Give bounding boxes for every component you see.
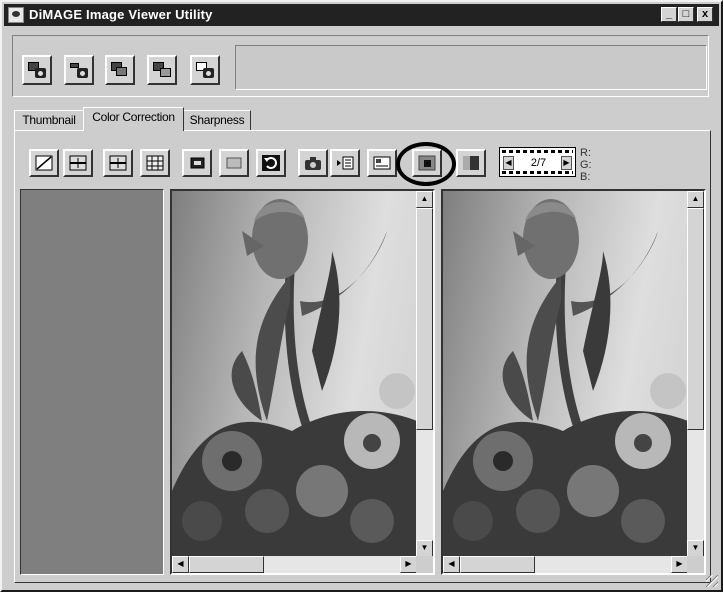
title-bar[interactable]: DiMAGE Image Viewer Utility _ □ x [4,4,719,26]
r-value-label: R: [580,147,591,159]
compare-split-icon [69,155,87,171]
app-icon[interactable] [8,7,24,23]
control-pane [20,189,164,575]
film-perforation-top [502,150,573,153]
original-vertical-scrollbar[interactable]: ▲ ▼ [416,191,433,557]
import-icon [153,62,171,78]
rotate-left-button[interactable] [182,149,212,177]
frame-count: 2/7 [530,157,547,169]
camera-image-icon [196,62,214,78]
grid-icon [146,155,164,171]
next-frame-button[interactable]: ▶ [561,156,572,170]
undo-button[interactable] [256,149,286,177]
resize-grip[interactable] [706,575,718,587]
compare-split-alt-icon [109,155,127,171]
apply-to-image-icon [337,156,354,170]
scroll-up-button[interactable]: ▲ [416,191,433,208]
grid-button[interactable] [140,149,170,177]
scroll-left-button[interactable]: ◀ [172,556,189,573]
compare-split-alt-button[interactable] [103,149,133,177]
compare-split-button[interactable] [63,149,93,177]
before-after-button[interactable] [456,149,486,177]
maximize-icon: □ [682,8,690,20]
original-image-view[interactable] [172,191,417,557]
camera-transfer-button[interactable] [64,55,94,85]
corrected-horizontal-scrollbar[interactable]: ◀ ▶ [443,556,688,573]
minimize-icon: _ [665,8,673,20]
scroll-down-button[interactable]: ▼ [416,540,433,557]
scroll-corner [416,556,433,573]
scroll-right-button[interactable]: ▶ [671,556,688,573]
tone-curve-button[interactable] [29,149,59,177]
tone-curve-icon [35,155,53,171]
import-button[interactable] [147,55,177,85]
frame-counter: ◀ 2/7 ▶ [499,147,576,177]
frame-button[interactable] [219,149,249,177]
app-window: DiMAGE Image Viewer Utility _ □ x Thumbn… [0,0,723,592]
window-title: DiMAGE Image Viewer Utility [29,7,213,22]
scroll-left-button[interactable]: ◀ [443,556,460,573]
scroll-right-button[interactable]: ▶ [400,556,417,573]
b-value-label: B: [580,171,591,183]
card-copy-icon [111,62,129,78]
g-value-label: G: [580,159,592,171]
undo-icon [262,155,280,171]
single-view-button[interactable] [412,149,442,177]
settings-icon [373,156,391,170]
scroll-down-button[interactable]: ▼ [687,540,704,557]
close-icon: x [701,8,709,20]
corrected-image-view[interactable] [443,191,688,557]
original-image-pane: ▲ ▼ ◀ ▶ [170,189,435,575]
card-copy-button[interactable] [105,55,135,85]
camera-button[interactable] [298,149,328,177]
rotate-left-icon [190,157,205,169]
frame-icon [226,157,242,169]
camera-transfer-icon [70,62,88,78]
settings-button[interactable] [367,149,397,177]
tab-color-correction[interactable]: Color Correction [83,107,184,131]
camera-icon [305,157,321,170]
info-display-box [235,45,707,90]
maximize-button[interactable]: □ [678,7,694,22]
horizontal-scroll-thumb[interactable] [189,556,264,573]
save-to-card-icon [28,62,46,78]
tab-sharpness[interactable]: Sharpness [183,110,251,130]
corrected-image-pane: ▲ ▼ ◀ ▶ [441,189,706,575]
apply-to-image-button[interactable] [330,149,360,177]
tulip-photo-original [172,199,417,557]
save-to-card-button[interactable] [22,55,52,85]
film-perforation-bottom [502,171,573,174]
before-after-icon [463,156,479,170]
vertical-scroll-thumb[interactable] [687,208,704,430]
tab-thumbnail[interactable]: Thumbnail [14,110,84,130]
single-view-icon [418,155,436,171]
previous-frame-button[interactable]: ◀ [503,156,514,170]
tulip-photo-corrected [443,199,688,557]
corrected-vertical-scrollbar[interactable]: ▲ ▼ [687,191,704,557]
camera-image-button[interactable] [190,55,220,85]
scroll-up-button[interactable]: ▲ [687,191,704,208]
horizontal-scroll-thumb[interactable] [460,556,535,573]
scroll-corner [687,556,704,573]
minimize-button[interactable]: _ [661,7,677,22]
vertical-scroll-thumb[interactable] [416,208,433,430]
close-button[interactable]: x [697,7,713,22]
original-horizontal-scrollbar[interactable]: ◀ ▶ [172,556,417,573]
